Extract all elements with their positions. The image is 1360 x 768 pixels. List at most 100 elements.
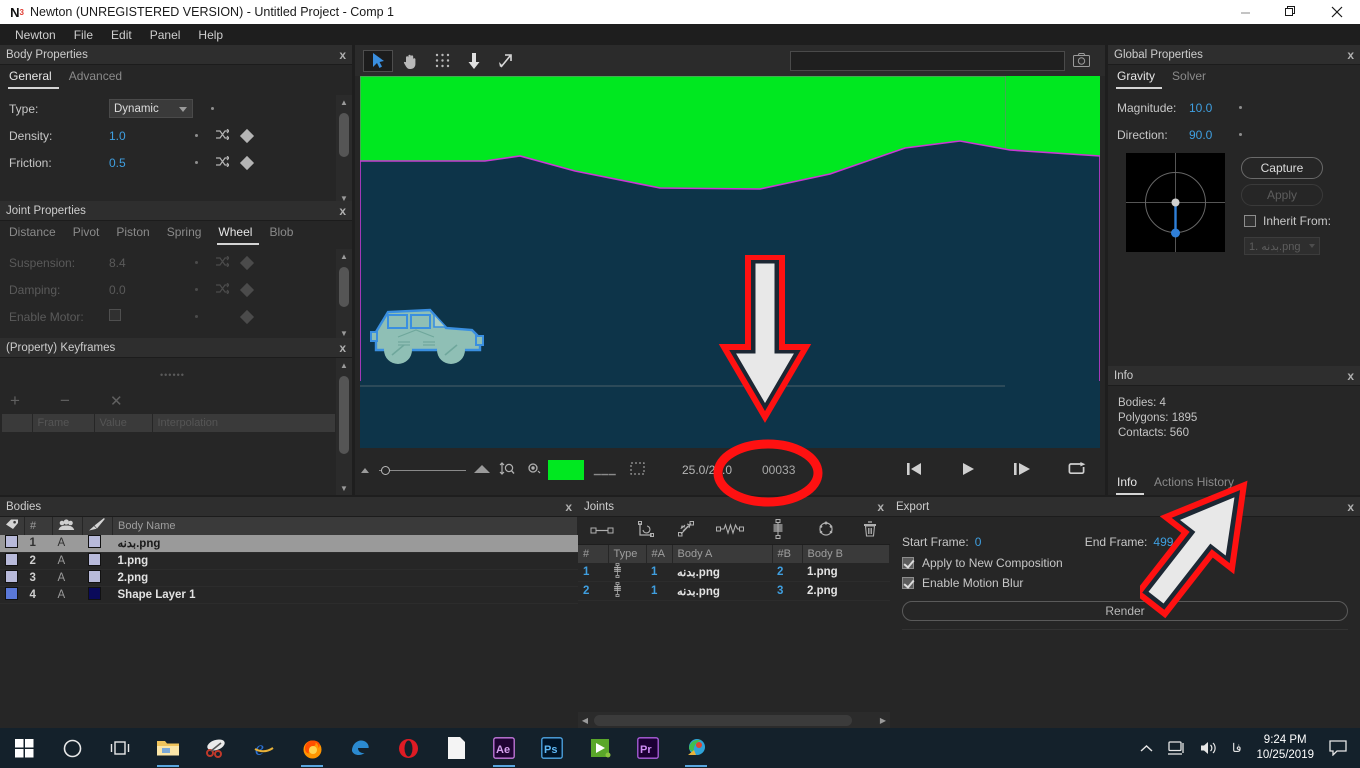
tab-piston[interactable]: Piston [115,225,156,245]
body-brush-cell[interactable] [82,535,113,553]
scroll-down-icon[interactable]: ▼ [336,481,352,495]
render-button[interactable]: Render [902,601,1348,621]
remove-keyframe-button[interactable]: − [60,391,110,411]
friction-value[interactable]: 0.5 [109,156,195,170]
scroll-right-icon[interactable]: ▶ [876,716,890,725]
tab-general[interactable]: General [8,69,59,89]
premiere-button[interactable]: Pr [624,728,672,768]
scrollbar-thumb[interactable] [339,376,349,454]
scroll-up-icon[interactable]: ▲ [336,249,352,263]
menu-item-edit[interactable]: Edit [102,25,141,45]
select-tool-button[interactable] [363,49,393,72]
joints-close-icon[interactable]: x [877,500,884,514]
friction-keyframe-icon[interactable] [239,155,255,170]
body-brush-cell[interactable] [82,552,113,570]
direction-value[interactable]: 90.0 [1189,128,1239,142]
winrar-button[interactable] [672,728,720,768]
global-properties-close-icon[interactable]: x [1347,48,1354,62]
damping-randomize-icon[interactable] [216,282,230,297]
add-blob-joint-button[interactable] [802,521,850,540]
body-brush-swatch[interactable] [87,552,101,566]
maximize-button[interactable] [1268,0,1314,24]
table-row[interactable]: 3 A 2.png [0,569,578,587]
clear-keyframes-button[interactable]: ✕ [110,392,160,410]
velocity-tool-button[interactable] [491,50,521,72]
tab-info[interactable]: Info [1116,475,1145,495]
opera-button[interactable] [384,728,432,768]
add-piston-joint-button[interactable] [666,521,706,540]
suspension-anim-dot[interactable] [195,261,198,264]
edge-button[interactable] [336,728,384,768]
selection-marquee-icon[interactable] [622,462,652,478]
end-frame-value[interactable]: 499 [1153,535,1173,549]
language-indicator[interactable]: فا [1225,741,1248,755]
zoom-in-icon[interactable] [470,463,494,477]
table-row[interactable]: 2 1 بدنه.png 3 2.png [578,581,890,601]
inherit-from-checkbox[interactable] [1244,215,1256,227]
type-anim-dot[interactable] [211,107,214,110]
firefox-button[interactable] [288,728,336,768]
enable-motor-anim-dot[interactable] [195,315,198,318]
after-effects-button[interactable]: Ae [480,728,528,768]
tab-advanced[interactable]: Advanced [68,69,129,89]
close-button[interactable] [1314,0,1360,24]
zoom-out-icon[interactable] [355,463,375,477]
scroll-left-icon[interactable]: ◀ [578,716,592,725]
table-row[interactable]: 1 A بدنه.png [0,535,578,553]
dotted-line-icon[interactable]: ▁▁▁ [588,465,622,476]
tab-gravity[interactable]: Gravity [1116,69,1163,89]
scrollbar-thumb[interactable] [339,113,349,157]
add-pivot-joint-button[interactable] [626,521,666,540]
joints-scroll-track[interactable] [592,714,876,726]
clock[interactable]: 9:24 PM 10/25/2019 [1248,733,1322,763]
go-to-start-button[interactable] [887,461,941,480]
body-brush-swatch[interactable] [87,535,101,549]
stage-color-swatch[interactable] [548,460,584,480]
time-display[interactable]: 25.0/25.0 [652,463,762,477]
scroll-up-icon[interactable]: ▲ [336,358,352,372]
body-color-cell[interactable] [0,586,25,604]
magnitude-anim-dot[interactable] [1239,106,1242,109]
tab-wheel[interactable]: Wheel [217,225,260,245]
viewport-search-input[interactable] [790,51,1065,71]
capture-button[interactable]: Capture [1241,157,1323,179]
body-color-cell[interactable] [0,552,25,570]
menu-item-panel[interactable]: Panel [141,25,190,45]
camera-capture-button[interactable] [1073,53,1090,70]
body-brush-swatch[interactable] [87,586,101,600]
internet-explorer-button[interactable]: e [240,728,288,768]
add-distance-joint-button[interactable] [578,524,626,538]
action-center-button[interactable] [1322,740,1354,756]
suspension-randomize-icon[interactable] [216,255,230,270]
volume-button[interactable] [1193,740,1225,756]
menu-item-file[interactable]: File [65,25,102,45]
keyframes-scrollbar[interactable]: ▲ ▼ [336,358,352,495]
density-value[interactable]: 1.0 [109,129,195,143]
body-color-cell[interactable] [0,569,25,587]
scroll-up-icon[interactable]: ▲ [336,95,352,109]
frame-display[interactable]: 00033 [762,463,832,477]
damping-value[interactable]: 0.0 [109,283,195,297]
friction-anim-dot[interactable] [195,161,198,164]
suspension-value[interactable]: 8.4 [109,256,195,270]
tab-actions-history[interactable]: Actions History [1153,475,1241,495]
start-button[interactable] [0,728,48,768]
motion-blur-row[interactable]: Enable Motion Blur [890,573,1360,593]
visibility-button[interactable] [520,462,548,478]
loop-button[interactable] [1049,461,1105,480]
body-brush-cell[interactable] [82,586,113,604]
body-color-swatch[interactable] [5,535,18,549]
keyframes-close-icon[interactable]: x [339,341,346,355]
menu-item-newton[interactable]: Newton [6,25,65,45]
tab-spring[interactable]: Spring [166,225,209,245]
body-brush-swatch[interactable] [87,569,101,583]
apply-button[interactable]: Apply [1241,184,1323,206]
table-row[interactable]: 1 1 بدنه.png 2 1.png [578,563,890,582]
task-view-button[interactable] [96,728,144,768]
body-properties-scrollbar[interactable]: ▲ ▼ [336,95,352,205]
snipping-tool-button[interactable] [192,728,240,768]
minimize-button[interactable] [1222,0,1268,24]
add-spring-joint-button[interactable] [706,523,754,538]
apply-new-comp-row[interactable]: Apply to New Composition [890,553,1360,573]
viewport-canvas[interactable] [360,76,1100,448]
